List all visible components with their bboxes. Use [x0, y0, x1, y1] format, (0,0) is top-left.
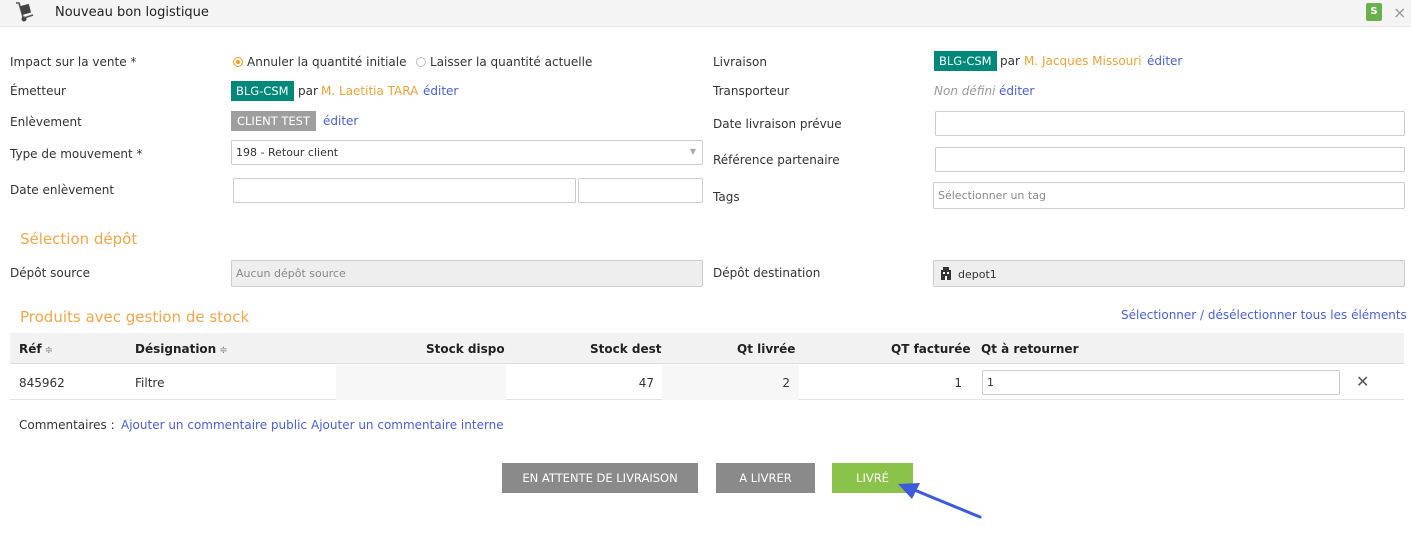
window-title: Nouveau bon logistique [55, 5, 209, 20]
qt-retourner-input[interactable]: 1 [982, 370, 1340, 395]
transporteur-value: Non défini [934, 84, 996, 98]
col-designation[interactable]: Désignation ≑ [135, 342, 228, 356]
a-livrer-button[interactable]: A LIVRER [716, 463, 815, 493]
emetteur-label: Émetteur [10, 84, 66, 98]
radio-laisser[interactable] [416, 57, 426, 67]
ref-partenaire-input[interactable] [935, 147, 1405, 172]
enlevement-edit-link[interactable]: éditer [323, 114, 358, 128]
remove-row-icon[interactable]: ✕ [1356, 372, 1369, 391]
row-stock-dest: 47 [638, 376, 654, 390]
close-icon[interactable]: × [1393, 4, 1406, 22]
transporteur-edit-link[interactable]: éditer [999, 84, 1034, 98]
depot-source-placeholder: Aucun dépôt source [236, 267, 346, 280]
sort-icon[interactable]: ≑ [219, 345, 227, 356]
emetteur-edit-link[interactable]: éditer [423, 84, 458, 98]
livraison-label: Livraison [713, 55, 767, 69]
date-enlevement-input[interactable] [233, 178, 576, 203]
emetteur-person[interactable]: M. Laetitia TARA [321, 84, 418, 98]
en-attente-button[interactable]: EN ATTENTE DE LIVRAISON [502, 463, 698, 493]
row-qt-facturee: 1 [954, 376, 962, 390]
table-row: 845962 Filtre 47 2 1 1 ✕ [10, 365, 1404, 400]
depot-destination-label: Dépôt destination [713, 266, 821, 280]
impact-label: Impact sur la vente * [10, 55, 137, 69]
radio-annuler[interactable] [233, 57, 243, 67]
radio-laisser-label[interactable]: Laisser la quantité actuelle [430, 55, 592, 69]
products-section-title: Produits avec gestion de stock [20, 308, 250, 326]
date-livraison-input[interactable] [935, 111, 1405, 136]
annotation-arrow-icon [898, 483, 982, 519]
tags-label: Tags [713, 190, 740, 204]
row-ref: 845962 [19, 376, 65, 390]
time-enlevement-input[interactable] [578, 178, 703, 203]
livraison-tag: BLG-CSM [934, 51, 997, 71]
type-mouvement-select[interactable]: 198 - Retour client ▼ [231, 140, 703, 165]
livraison-edit-link[interactable]: éditer [1147, 54, 1182, 68]
row-designation: Filtre [135, 376, 165, 390]
transporteur-label: Transporteur [713, 84, 790, 98]
col-qt-facturee: QT facturée [891, 342, 971, 356]
ref-partenaire-label: Référence partenaire [713, 153, 840, 167]
col-qt-retourner: Qt à retourner [981, 342, 1079, 356]
stock-dispo-cell [336, 365, 506, 400]
col-qt-livree: Qt livrée [737, 342, 796, 356]
depot-source-input[interactable]: Aucun dépôt source [231, 260, 703, 287]
col-stock-dispo: Stock dispo [426, 342, 505, 356]
sort-icon[interactable]: ≑ [45, 345, 53, 356]
radio-annuler-label[interactable]: Annuler la quantité initiale [247, 55, 407, 69]
col-stock-dest: Stock dest [590, 342, 662, 356]
row-qt-livree: 2 [782, 376, 790, 390]
status-badge[interactable]: S [1366, 3, 1382, 21]
depot-source-label: Dépôt source [10, 266, 90, 280]
depot-destination-value: depot1 [958, 268, 997, 281]
select-all-link[interactable]: Sélectionner / désélectionner tous les é… [1121, 308, 1407, 322]
col-ref[interactable]: Réf ≑ [19, 342, 53, 356]
chevron-down-icon: ▼ [689, 147, 696, 156]
add-public-comment-link[interactable]: Ajouter un commentaire public [121, 418, 307, 432]
type-mouvement-label: Type de mouvement * [10, 147, 143, 161]
enlevement-tag: CLIENT TEST [231, 111, 316, 131]
date-enlevement-label: Date enlèvement [10, 183, 115, 197]
type-mouvement-value: 198 - Retour client [236, 146, 339, 159]
building-icon [941, 267, 951, 280]
products-table-header: Réf ≑ Désignation ≑ Stock dispo Stock dest… [10, 333, 1404, 364]
tags-input[interactable]: Sélectionner un tag [933, 182, 1405, 209]
add-internal-comment-link[interactable]: Ajouter un commentaire interne [311, 418, 504, 432]
date-livraison-label: Date livraison prévue [713, 117, 842, 131]
livraison-person[interactable]: M. Jacques Missouri [1024, 54, 1142, 68]
tags-placeholder: Sélectionner un tag [938, 189, 1046, 202]
depot-destination-input[interactable]: depot1 [933, 260, 1405, 287]
enlevement-label: Enlèvement [10, 115, 82, 129]
title-bar: Nouveau bon logistique S × [0, 0, 1411, 27]
comments-label: Commentaires : [19, 418, 115, 432]
emetteur-par: par [298, 84, 318, 98]
livraison-par: par [1000, 54, 1020, 68]
emetteur-tag: BLG-CSM [231, 81, 294, 101]
hand-truck-icon [16, 2, 34, 22]
depot-section-title: Sélection dépôt [20, 230, 138, 248]
